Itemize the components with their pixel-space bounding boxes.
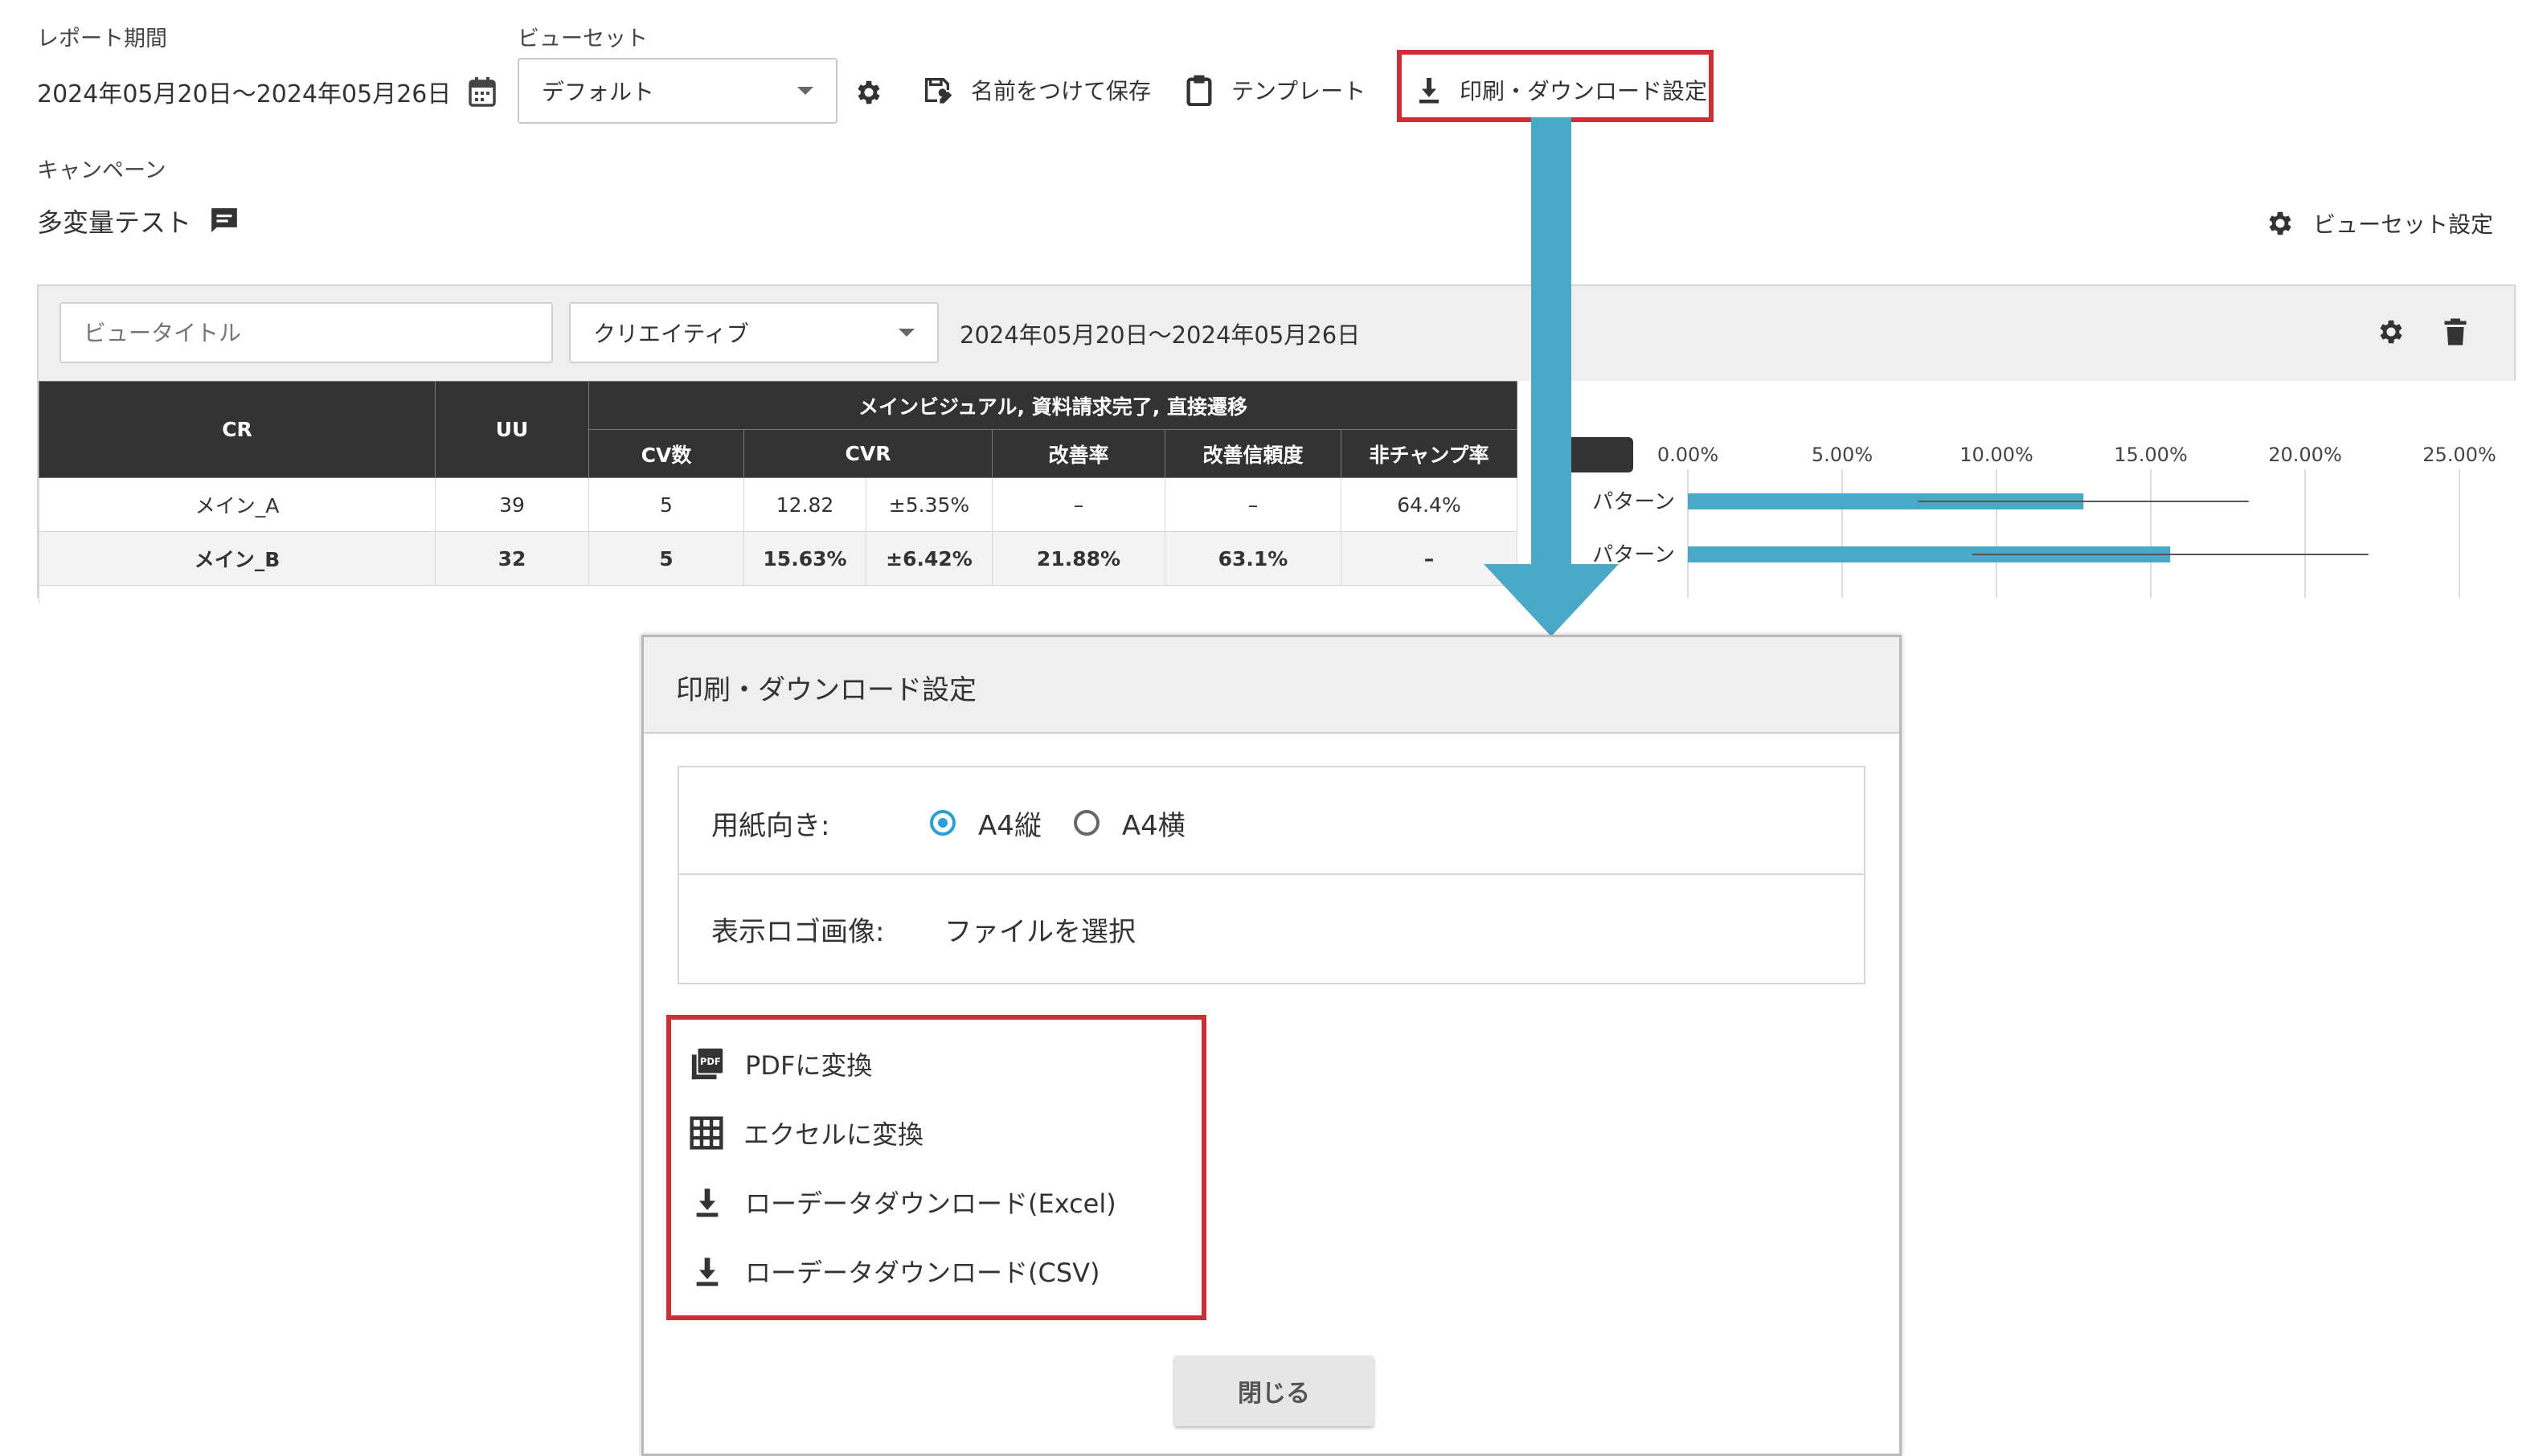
viewset-select[interactable]: デフォルト [518,58,837,124]
cell-cv: 5 [588,531,744,586]
divider [679,873,1864,875]
table-row: メイン_A 39 5 12.82 ±5.35% – – 64.4% [39,477,1517,532]
view-panel: クリエイティブ 2024年05月20日〜2024年05月26日 CR UU メイ… [37,284,2516,603]
col-uu: UU [435,381,589,478]
cell-reliability: 63.1% [1165,531,1341,586]
col-cr: CR [39,381,436,478]
template-button[interactable]: テンプレート [1185,74,1366,106]
group-header: メインビジュアル, 資料請求完了, 直接遷移 [588,381,1517,430]
tick-label: 10.00% [1960,444,2033,466]
close-button[interactable]: 閉じる [1174,1356,1374,1426]
cvr-chart: 0.00% 5.00% 10.00% 15.00% 20.00% 25.00%パターンパタ… [1592,444,2496,598]
gear-icon[interactable] [854,77,884,108]
convert-excel-button[interactable]: エクセルに変換 [689,1098,1116,1168]
campaign-label: キャンペーン [37,158,166,183]
report-period-label: レポート期間 [37,27,167,51]
report-period-value: 2024年05月20日〜2024年05月26日 [37,80,452,108]
cell-cvr-err: ±6.42% [865,531,993,586]
download-icon [689,1255,726,1287]
print-download-button[interactable]: 印刷・ダウンロード設定 [1416,74,1707,106]
dimension-select[interactable]: クリエイティブ [569,302,939,363]
raw-download-csv-button[interactable]: ローデータダウンロード(CSV) [689,1237,1116,1306]
cell-cvr-err: ±5.35% [865,477,993,532]
orientation-label: 用紙向き: [711,809,830,842]
logo-label: 表示ロゴ画像: [711,915,885,948]
tick-label: 15.00% [2114,444,2188,466]
settings-box: 用紙向き: A4縦 A4横 表示ロゴ画像: ファイルを選択 [678,766,1865,984]
pdf-icon: PDF [689,1045,726,1082]
choose-file-button[interactable]: ファイルを選択 [944,910,1136,949]
grid-icon [689,1115,724,1151]
cell-cv: 5 [588,477,744,532]
radio-a4-landscape-label: A4横 [1121,809,1186,842]
cell-uu: 32 [435,531,589,586]
clipboard-icon [1185,74,1214,106]
campaign: 多変量テスト [37,202,240,239]
cell-cr: メイン_A [39,477,436,532]
cvr-chart-area: 0.00% 5.00% 10.00% 15.00% 20.00% 25.00% パターン パタ… [1517,381,2516,598]
radio-a4-landscape[interactable] [1073,810,1100,836]
print-download-dialog: 印刷・ダウンロード設定 用紙向き: A4縦 A4横 表示ロゴ画像: ファイルを選… [641,635,1902,1456]
tick-label: 5.00% [1812,444,1873,466]
raw-download-csv-label: ローデータダウンロード(CSV) [745,1258,1100,1288]
trash-icon[interactable] [2443,317,2467,347]
convert-pdf-label: PDFに変換 [745,1050,873,1081]
download-actions: PDF PDFに変換 エクセルに変換 ローデータダウンロード(Excel) ロー… [689,1029,1116,1306]
radio-a4-portrait[interactable] [930,810,956,836]
view-title-input[interactable] [59,302,553,363]
arrow-down-icon [1484,117,1619,636]
report-period[interactable]: 2024年05月20日〜2024年05月26日 [37,74,497,109]
download-icon [1416,76,1442,104]
viewset-select-value: デフォルト [542,79,655,105]
cell-improve: – [992,477,1165,532]
tick-label: 0.00% [1657,444,1718,466]
cell-improve: 21.88% [992,531,1165,586]
cell-cvr: 12.82 [743,477,866,532]
comment-icon[interactable] [209,206,240,236]
col-improve: 改善率 [992,429,1165,478]
raw-download-excel-button[interactable]: ローデータダウンロード(Excel) [689,1168,1116,1237]
cell-reliability: – [1165,477,1341,532]
view-date-range: 2024年05月20日〜2024年05月26日 [960,321,1361,349]
save-edit-icon [921,74,953,106]
tick-label: 25.00% [2422,444,2496,466]
viewset-label: ビューセット [518,27,648,51]
radio-a4-portrait-label: A4縦 [978,809,1042,842]
dialog-header: 印刷・ダウンロード設定 [644,637,1899,734]
save-as-button[interactable]: 名前をつけて保存 [921,74,1151,106]
col-cv: CV数 [588,429,744,478]
dialog-title: 印刷・ダウンロード設定 [676,674,977,706]
cell-cr: メイン_B [39,531,436,586]
cell-cvr: 15.63% [743,531,866,586]
raw-download-excel-label: ローデータダウンロード(Excel) [745,1188,1116,1219]
orientation-row: 用紙向き: A4縦 A4横 [711,796,1186,849]
logo-row: 表示ロゴ画像: ファイルを選択 [711,902,1136,955]
download-icon [689,1186,726,1218]
col-cvr: CVR [743,429,993,478]
svg-text:PDF: PDF [700,1056,721,1067]
viewset-settings-label: ビューセット設定 [2313,211,2494,238]
chevron-down-icon [899,329,915,337]
save-as-label: 名前をつけて保存 [971,78,1152,104]
campaign-name: 多変量テスト [37,207,192,238]
convert-excel-label: エクセルに変換 [743,1119,924,1150]
convert-pdf-button[interactable]: PDF PDFに変換 [689,1029,1116,1098]
gear-icon [2265,208,2295,239]
gear-icon[interactable] [2376,317,2406,347]
col-reliability: 改善信頼度 [1165,429,1341,478]
viewset-settings-button[interactable]: ビューセット設定 [2265,207,2493,239]
cell-uu: 39 [435,477,589,532]
chevron-down-icon [797,87,813,95]
dimension-select-value: クリエイティブ [593,321,749,347]
print-download-label: 印刷・ダウンロード設定 [1460,78,1708,104]
calendar-icon[interactable] [469,76,497,107]
results-table: CR UU メインビジュアル, 資料請求完了, 直接遷移 CV数 CVR 改善率… [39,381,1517,603]
template-label: テンプレート [1231,78,1366,104]
table-row: メイン_B 32 5 15.63% ±6.42% 21.88% 63.1% – [39,531,1517,586]
tick-label: 20.00% [2268,444,2342,466]
